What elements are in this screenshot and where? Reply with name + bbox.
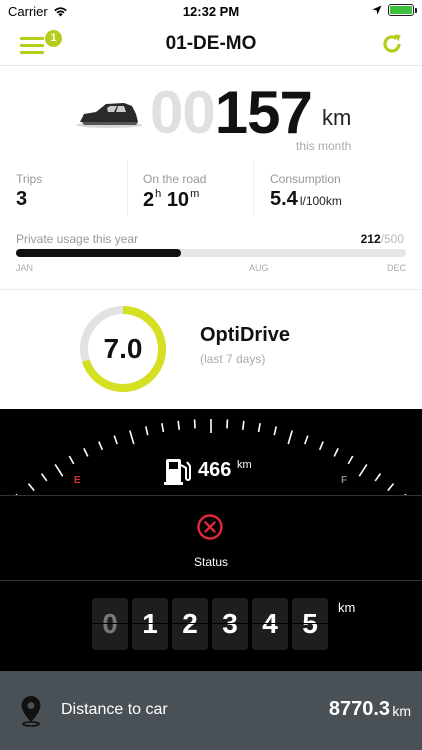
on-the-road-value: 2h 10m xyxy=(143,188,206,212)
status-label: Status xyxy=(193,555,229,569)
distance-to-car-unit: km xyxy=(392,703,411,719)
fuel-gauge-tick xyxy=(177,420,180,430)
stat-divider xyxy=(127,160,128,216)
optidrive-score: 7.0 xyxy=(103,333,143,364)
map-pin-icon xyxy=(21,696,41,727)
distance-leading-zeros: 00 xyxy=(150,79,216,146)
optidrive-subtitle: (last 7 days) xyxy=(200,352,266,366)
fuel-gauge-tick xyxy=(374,473,382,482)
fuel-gauge-tick xyxy=(333,447,339,457)
odometer-digit: 3 xyxy=(212,598,248,650)
distance-to-car-value: 8770.3 xyxy=(328,698,390,720)
fuel-range-unit: km xyxy=(237,459,252,471)
fuel-gauge-tick xyxy=(287,430,293,445)
consumption-value: 5.4 xyxy=(270,188,298,210)
battery-icon xyxy=(388,4,417,16)
fuel-gauge-tick xyxy=(318,441,324,451)
private-usage-count: 212/500 xyxy=(361,232,404,246)
stats-row: Trips 3 On the road 2h 10m Consumption 5… xyxy=(0,160,422,218)
month-label-end: DEC xyxy=(387,263,407,273)
location-arrow-icon xyxy=(372,5,382,15)
fuel-gauge-tick xyxy=(226,419,229,429)
fuel-gauge-tick xyxy=(304,435,309,445)
monthly-distance: 00157 xyxy=(150,78,313,148)
minutes-value: 10 xyxy=(166,189,190,211)
fuel-gauge-tick xyxy=(347,455,354,465)
private-usage-limit: /500 xyxy=(380,232,404,246)
hours-value: 2 xyxy=(143,189,155,211)
distance-to-car-label: Distance to car xyxy=(61,701,168,718)
fuel-gauge-tick xyxy=(68,455,75,465)
fuel-gauge-tick xyxy=(387,483,395,492)
stat-on-the-road: On the road 2h 10m xyxy=(143,160,206,218)
fuel-gauge-tick xyxy=(54,463,64,477)
fuel-gauge-tick xyxy=(83,447,89,457)
stat-consumption: Consumption 5.4 l/100km xyxy=(270,160,342,218)
consumption-label: Consumption xyxy=(270,172,341,186)
month-label-start: JAN xyxy=(16,263,34,273)
distance-unit: km xyxy=(322,105,352,130)
trips-label: Trips xyxy=(16,172,43,186)
stat-divider xyxy=(253,160,254,216)
distance-period: this month xyxy=(296,139,352,153)
odometer-digit: 1 xyxy=(132,598,168,650)
fuel-gauge-tick xyxy=(144,426,149,436)
private-usage-used: 212 xyxy=(360,232,381,246)
odometer-digit: 2 xyxy=(172,598,208,650)
fuel-gauge-tick xyxy=(358,463,368,477)
fuel-gauge-tick xyxy=(161,423,165,433)
month-label-mid: AUG xyxy=(249,263,269,273)
distance-to-car-bar[interactable]: Distance to car 8770.3 km xyxy=(0,671,422,750)
fuel-gauge-tick xyxy=(193,419,196,429)
stat-trips: Trips 3 xyxy=(16,160,42,218)
fuel-gauge-tick xyxy=(40,473,48,482)
status-bar: Carrier 12:32 PM xyxy=(0,0,422,22)
clock: 12:32 PM xyxy=(182,4,240,19)
system-icons xyxy=(372,4,417,16)
fuel-gauge-tick xyxy=(273,426,278,436)
odometer-digit: 5 xyxy=(292,598,328,650)
distance-value: 157 xyxy=(214,79,313,146)
private-usage-label: Private usage this year xyxy=(16,232,139,246)
fuel-gauge-empty-label: E xyxy=(74,475,81,486)
nav-bar: 1 01-DE-MO xyxy=(0,22,422,66)
fuel-pump-icon xyxy=(164,459,191,485)
fuel-gauge-full-label: F xyxy=(341,475,347,486)
fuel-gauge-tick xyxy=(98,441,104,451)
fuel-gauge-tick xyxy=(27,483,35,492)
odometer-digit: 0 xyxy=(92,598,128,650)
panel-divider xyxy=(0,495,422,496)
odometer-unit: km xyxy=(338,600,356,615)
odometer-digit: 4 xyxy=(252,598,288,650)
private-usage-progress-fill xyxy=(16,249,182,257)
private-usage-progress xyxy=(16,249,406,257)
fuel-range-value: 466 xyxy=(198,459,232,481)
optidrive-title[interactable]: OptiDrive xyxy=(200,324,290,347)
refresh-icon[interactable] xyxy=(380,32,404,56)
fuel-gauge-tick xyxy=(242,420,245,430)
vehicle-plate-title: 01-DE-MO xyxy=(165,33,257,54)
odometer: 0 1 2 3 4 5 xyxy=(92,598,328,650)
fuel-gauge: EF xyxy=(15,419,407,495)
trips-value: 3 xyxy=(16,188,28,210)
car-icon xyxy=(76,103,142,128)
minutes-unit: m xyxy=(190,188,200,200)
hours-unit: h xyxy=(155,188,162,200)
panel-divider xyxy=(0,580,422,581)
section-divider xyxy=(0,289,422,290)
error-x-icon[interactable] xyxy=(196,513,224,541)
on-the-road-label: On the road xyxy=(143,172,207,186)
fuel-gauge-tick xyxy=(113,435,118,445)
consumption-value-group: 5.4 l/100km xyxy=(270,188,342,211)
fuel-gauge-tick xyxy=(257,423,261,433)
consumption-unit: l/100km xyxy=(299,194,342,208)
fuel-gauge-tick xyxy=(129,430,135,445)
